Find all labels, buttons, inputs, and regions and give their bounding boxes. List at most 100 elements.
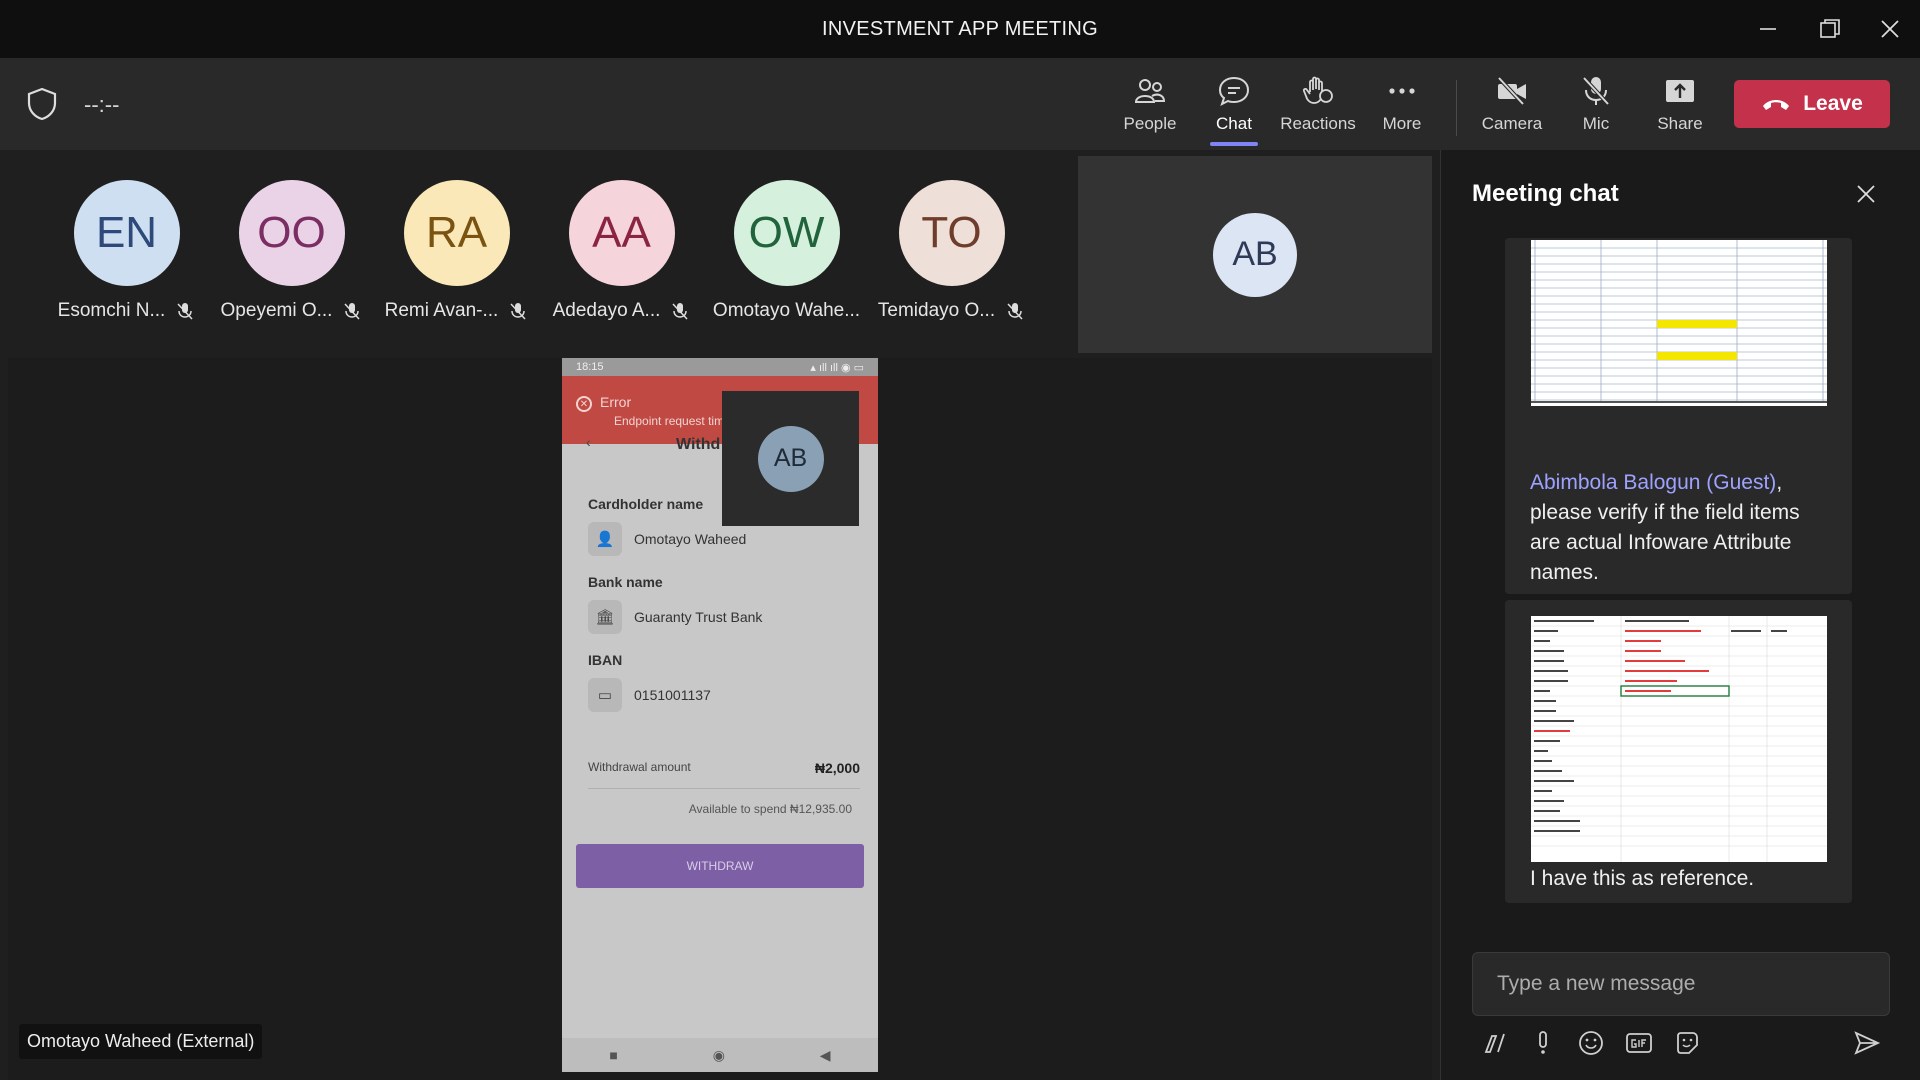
avatar: AA bbox=[568, 180, 675, 286]
sticker-icon bbox=[1677, 1032, 1698, 1054]
participant-tile[interactable]: OW Omotayo Wahe... bbox=[704, 180, 869, 322]
camera-button[interactable]: Camera bbox=[1470, 74, 1554, 140]
window-title: INVESTMENT APP MEETING bbox=[822, 17, 1098, 40]
participant-tile[interactable]: RA Remi Avan-... bbox=[374, 180, 539, 322]
card-icon: ▭ bbox=[588, 678, 622, 712]
participant-name: Remi Avan-... bbox=[384, 300, 499, 321]
mic-off-icon bbox=[672, 303, 688, 320]
spreadsheet-attachment-2[interactable] bbox=[1531, 616, 1827, 862]
reactions-icon bbox=[1302, 76, 1333, 104]
mic-off-icon bbox=[1582, 76, 1610, 106]
active-tab-indicator bbox=[1210, 142, 1258, 146]
phone-hangup-icon bbox=[1763, 100, 1790, 110]
avatar: AB bbox=[1213, 212, 1297, 297]
share-button[interactable]: Share bbox=[1638, 74, 1722, 140]
minimize-button[interactable] bbox=[1738, 0, 1798, 58]
bank-label: Bank name bbox=[588, 574, 663, 590]
avatar: EN bbox=[73, 180, 180, 286]
restore-icon bbox=[1820, 19, 1840, 38]
reactions-button[interactable]: Reactions bbox=[1276, 74, 1360, 140]
format-icon[interactable] bbox=[1480, 1028, 1510, 1058]
chat-icon bbox=[1218, 76, 1250, 106]
send-button[interactable] bbox=[1852, 1028, 1882, 1058]
meeting-timer: --:-- bbox=[84, 92, 120, 117]
mic-off-icon bbox=[510, 303, 526, 320]
leave-button[interactable]: Leave bbox=[1734, 80, 1890, 128]
mic-off-icon bbox=[344, 303, 361, 320]
bank-icon: 🏛 bbox=[588, 600, 622, 634]
shared-phone-screen: 18:15 ▴ ıll ıll ◉ ▭ ✕ Error Endpoint req… bbox=[562, 358, 878, 1072]
camera-off-icon bbox=[1497, 76, 1526, 106]
sticker-button[interactable] bbox=[1672, 1028, 1702, 1058]
chat-label: Chat bbox=[1216, 114, 1252, 133]
error-icon: ✕ bbox=[576, 396, 592, 412]
toolbar-divider bbox=[1456, 80, 1457, 136]
iban-value: 0151001137 bbox=[634, 687, 711, 703]
screen-title: Withd bbox=[676, 436, 721, 453]
available-balance: Available to spend ₦12,935.00 bbox=[688, 802, 852, 816]
people-button[interactable]: People bbox=[1108, 74, 1192, 140]
avatar: OO bbox=[238, 180, 345, 286]
mic-off-icon bbox=[1007, 303, 1023, 320]
close-chat-button[interactable] bbox=[1852, 180, 1880, 208]
people-label: People bbox=[1123, 114, 1177, 133]
avatar: AB bbox=[757, 425, 824, 492]
spreadsheet-attachment-1[interactable] bbox=[1531, 240, 1827, 406]
more-icon bbox=[1389, 88, 1415, 94]
mic-off-icon bbox=[177, 303, 193, 320]
chat-title: Meeting chat bbox=[1472, 180, 1619, 207]
pip-video-tile: AB bbox=[722, 391, 859, 526]
share-icon bbox=[1666, 80, 1694, 102]
more-button[interactable]: More bbox=[1360, 74, 1444, 140]
chat-button[interactable]: Chat bbox=[1192, 74, 1276, 140]
message-input[interactable]: Type a new message bbox=[1472, 952, 1890, 1016]
format-pen-icon bbox=[1484, 1033, 1505, 1053]
presenter-name-badge: Omotayo Waheed (External) bbox=[19, 1024, 263, 1059]
exclamation-icon bbox=[1539, 1031, 1547, 1054]
camera-label: Camera bbox=[1481, 114, 1543, 133]
mic-label: Mic bbox=[1582, 114, 1610, 133]
phone-nav-bar: ■ ◉ ◀ bbox=[562, 1038, 878, 1072]
participant-tile[interactable]: TO Temidayo O... bbox=[869, 180, 1034, 322]
reactions-label: Reactions bbox=[1280, 114, 1356, 133]
participant-strip: EN Esomchi N... OO Opeyemi O... RA Remi … bbox=[44, 180, 1034, 322]
phone-time: 18:15 bbox=[576, 361, 604, 373]
phone-status-bar: 18:15 ▴ ıll ıll ◉ ▭ bbox=[562, 358, 878, 376]
avatar: TO bbox=[898, 180, 1005, 286]
important-icon[interactable] bbox=[1528, 1028, 1558, 1058]
close-window-button[interactable] bbox=[1860, 0, 1920, 58]
mic-button[interactable]: Mic bbox=[1554, 74, 1638, 140]
participant-name: Esomchi N... bbox=[57, 300, 166, 321]
participant-name: Omotayo Wahe... bbox=[712, 300, 861, 321]
self-video-tile[interactable]: AB bbox=[1078, 156, 1432, 353]
gif-button[interactable] bbox=[1624, 1028, 1654, 1058]
participant-name: Adedayo A... bbox=[552, 300, 661, 321]
participant-name: Opeyemi O... bbox=[220, 300, 333, 321]
close-icon bbox=[1881, 20, 1899, 38]
mention[interactable]: Abimbola Balogun (Guest) bbox=[1530, 471, 1776, 494]
close-icon bbox=[1857, 185, 1875, 203]
restore-button[interactable] bbox=[1800, 0, 1860, 58]
share-label: Share bbox=[1657, 114, 1703, 133]
cardholder-label: Cardholder name bbox=[588, 496, 704, 512]
participant-tile[interactable]: OO Opeyemi O... bbox=[209, 180, 374, 322]
message-body: please verify if the field items are act… bbox=[1530, 501, 1800, 584]
spreadsheet-image bbox=[1531, 240, 1827, 406]
shield-icon[interactable] bbox=[24, 86, 60, 122]
home-icon: ◉ bbox=[712, 1046, 725, 1063]
emoji-icon bbox=[1579, 1031, 1603, 1055]
chat-message-text: Abimbola Balogun (Guest), please verify … bbox=[1530, 468, 1830, 588]
avatar: RA bbox=[403, 180, 510, 286]
spreadsheet-image bbox=[1531, 616, 1827, 862]
cardholder-value: Omotayo Waheed bbox=[634, 531, 747, 547]
emoji-button[interactable] bbox=[1576, 1028, 1606, 1058]
participant-tile[interactable]: AA Adedayo A... bbox=[539, 180, 704, 322]
chat-message-text: I have this as reference. bbox=[1530, 867, 1755, 890]
minimize-icon bbox=[1760, 28, 1776, 30]
participant-tile[interactable]: EN Esomchi N... bbox=[44, 180, 209, 322]
recents-icon: ■ bbox=[609, 1047, 618, 1063]
amount-value: ₦2,000 bbox=[814, 760, 860, 776]
iban-label: IBAN bbox=[588, 652, 623, 668]
back-arrow-icon: ‹ bbox=[586, 434, 591, 450]
title-bar: INVESTMENT APP MEETING bbox=[0, 0, 1920, 58]
